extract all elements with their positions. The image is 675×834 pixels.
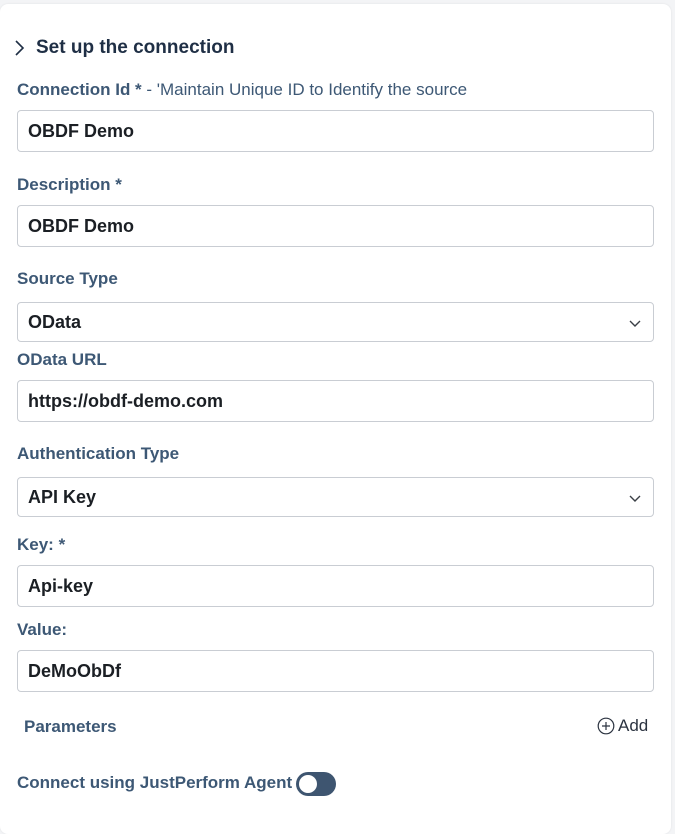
- parameters-label: Parameters: [24, 717, 117, 736]
- section-title: Set up the connection: [36, 37, 235, 58]
- connection-id-value: OBDF Demo: [28, 120, 135, 141]
- agent-toggle-label: Connect using JustPerform Agent: [17, 773, 293, 792]
- value-value: DeMoObDf: [28, 660, 121, 681]
- odata-url-input[interactable]: https://obdf-demo.com: [17, 380, 654, 422]
- key-label: Key: *: [17, 535, 66, 554]
- value-input[interactable]: DeMoObDf: [17, 650, 654, 692]
- add-parameter-button[interactable]: Add: [597, 716, 648, 736]
- chevron-down-icon: [629, 487, 641, 508]
- connection-id-label: Connection Id * - 'Maintain Unique ID to…: [17, 80, 467, 100]
- connection-id-hint: - 'Maintain Unique ID to Identify the so…: [141, 80, 468, 99]
- auth-type-value: API Key: [28, 486, 97, 507]
- connection-id-input[interactable]: OBDF Demo: [17, 110, 654, 152]
- toggle-knob: [299, 775, 317, 793]
- odata-url-value: https://obdf-demo.com: [28, 390, 223, 411]
- description-input[interactable]: OBDF Demo: [17, 205, 654, 247]
- key-value: Api-key: [28, 575, 94, 596]
- odata-url-label: OData URL: [17, 350, 107, 369]
- value-label: Value:: [17, 620, 68, 639]
- description-value: OBDF Demo: [28, 215, 135, 236]
- connection-card: Set up the connection Connection Id * - …: [0, 4, 671, 834]
- auth-type-select[interactable]: API Key: [17, 477, 654, 517]
- plus-circle-icon: [597, 717, 615, 735]
- source-type-select[interactable]: OData: [17, 302, 654, 342]
- chevron-right-icon[interactable]: [10, 38, 30, 58]
- add-parameter-label: Add: [618, 716, 649, 735]
- description-label: Description *: [17, 175, 122, 194]
- chevron-down-icon: [629, 312, 641, 333]
- source-type-value: OData: [28, 311, 82, 332]
- connection-id-label-text: Connection Id *: [17, 80, 142, 99]
- key-input[interactable]: Api-key: [17, 565, 654, 607]
- auth-type-label: Authentication Type: [17, 444, 180, 463]
- source-type-label: Source Type: [17, 269, 118, 288]
- agent-toggle[interactable]: [296, 772, 336, 796]
- section-header[interactable]: Set up the connection: [10, 37, 234, 59]
